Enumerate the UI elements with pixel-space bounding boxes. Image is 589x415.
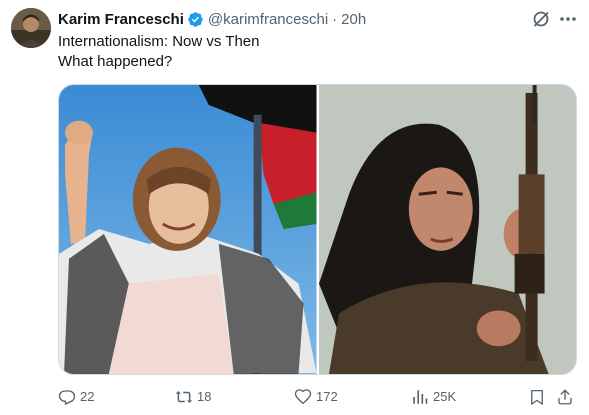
- media-grid: [58, 84, 577, 375]
- separator-dot: ·: [332, 10, 338, 28]
- tweet-header: Karim Franceschi @karimfranceschi · 20h: [58, 8, 366, 30]
- repost-button[interactable]: 18: [175, 386, 211, 408]
- more-icon[interactable]: [558, 9, 578, 29]
- views-count: 25K: [433, 389, 457, 404]
- views-icon: [413, 390, 428, 404]
- reply-count: 22: [80, 389, 95, 404]
- like-button[interactable]: 172: [294, 386, 338, 408]
- grok-icon[interactable]: [531, 9, 551, 29]
- views-button[interactable]: 25K: [411, 386, 456, 408]
- right-photo[interactable]: [318, 85, 576, 374]
- author-handle[interactable]: @karimfranceschi: [208, 11, 328, 28]
- tweet-text-line-1: Internationalism: Now vs Then: [58, 33, 260, 50]
- avatar-image: [11, 8, 51, 48]
- author-name[interactable]: Karim Franceschi: [58, 11, 184, 28]
- reply-icon: [58, 390, 76, 405]
- left-photo[interactable]: [59, 85, 317, 374]
- bookmark-button[interactable]: [528, 386, 550, 408]
- tweet-text: Internationalism: Now vs Then What happe…: [58, 32, 259, 72]
- like-count: 172: [316, 389, 338, 404]
- repost-icon: [175, 391, 193, 403]
- share-icon: [558, 389, 572, 405]
- verified-badge-icon: [187, 11, 204, 28]
- woman-with-keffiyeh-image: [59, 85, 317, 374]
- share-button[interactable]: [556, 386, 578, 408]
- repost-count: 18: [197, 389, 212, 404]
- tweet-time[interactable]: 20h: [341, 11, 366, 28]
- reply-button[interactable]: 22: [58, 386, 94, 408]
- tweet-actions: 22 18 172 25K: [58, 386, 577, 408]
- woman-with-rifle-image: [318, 85, 576, 374]
- avatar[interactable]: [11, 8, 51, 48]
- tweet-text-line-2: What happened?: [58, 53, 173, 70]
- bookmark-icon: [531, 389, 543, 405]
- like-icon: [294, 389, 312, 405]
